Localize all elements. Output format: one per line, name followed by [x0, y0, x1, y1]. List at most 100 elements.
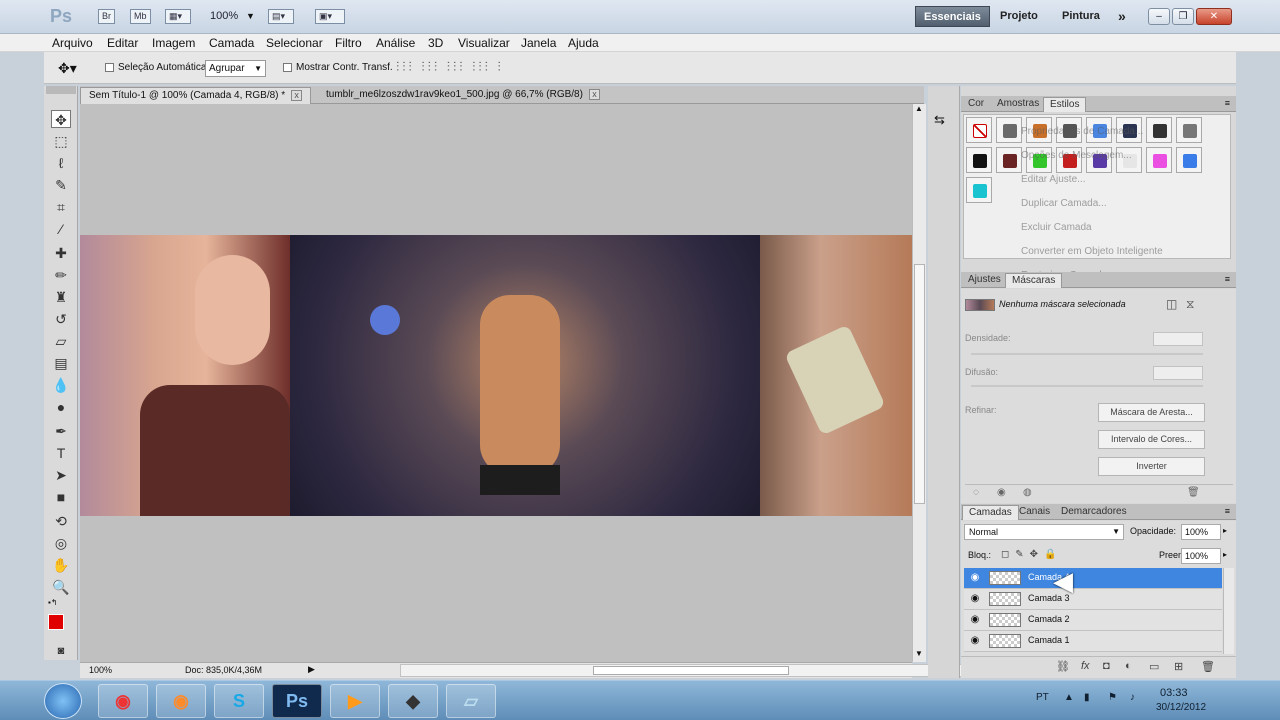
- density-slider[interactable]: [971, 353, 1203, 355]
- menu-janela[interactable]: Janela: [521, 36, 556, 50]
- layer-row[interactable]: ◉ Camada 4: [964, 568, 1222, 589]
- dodge-tool-icon[interactable]: ●: [51, 398, 71, 416]
- opacity-arrow-icon[interactable]: ▸: [1223, 526, 1227, 535]
- tab-canais[interactable]: Canais: [1013, 505, 1056, 520]
- menu-filtro[interactable]: Filtro: [335, 36, 362, 50]
- status-zoom[interactable]: 100%: [89, 665, 112, 675]
- clock-date[interactable]: 30/12/2012: [1156, 702, 1206, 713]
- menu-3d[interactable]: 3D: [428, 36, 443, 50]
- density-field[interactable]: [1153, 332, 1203, 346]
- feather-field[interactable]: [1153, 366, 1203, 380]
- style-swatch[interactable]: [996, 147, 1022, 173]
- move-tool-icon[interactable]: ✥: [51, 110, 71, 128]
- screen-mode-button[interactable]: ▣▾: [315, 9, 345, 24]
- vertical-scroll-thumb[interactable]: [914, 264, 925, 504]
- foreground-color-swatch[interactable]: [48, 614, 64, 630]
- feather-slider[interactable]: [971, 385, 1203, 387]
- style-swatch[interactable]: [996, 117, 1022, 143]
- vertical-scrollbar[interactable]: ▲ ▼: [912, 104, 926, 662]
- menu-visualizar[interactable]: Visualizar: [458, 36, 510, 50]
- tab-camadas[interactable]: Camadas: [962, 505, 1019, 520]
- scroll-down-icon[interactable]: ▼: [915, 649, 923, 658]
- restore-button[interactable]: ❐: [1172, 8, 1194, 25]
- move-tool-preset-icon[interactable]: ✥▾: [58, 60, 77, 77]
- view-extras-button[interactable]: ▦▾: [165, 9, 191, 24]
- eye-icon[interactable]: ◉: [969, 635, 981, 647]
- fill-field[interactable]: 100%: [1181, 548, 1221, 564]
- workspace-essenciais[interactable]: Essenciais: [915, 6, 990, 27]
- 3d-orbit-tool-icon[interactable]: ◎: [51, 534, 71, 552]
- align-icons[interactable]: ⫶⫶⫶ ⫶⫶⫶ ⫶⫶⫶ ⫶⫶⫶ ⫶: [396, 59, 504, 75]
- tab-ajustes[interactable]: Ajustes: [962, 273, 1007, 288]
- panel-menu-icon[interactable]: ≡: [1225, 506, 1230, 516]
- clone-stamp-tool-icon[interactable]: ♜: [51, 288, 71, 306]
- panel-menu-icon[interactable]: ≡: [1225, 274, 1230, 284]
- chevron-down-icon[interactable]: ▼: [246, 11, 255, 21]
- apply-mask-icon[interactable]: ◉: [997, 487, 1006, 498]
- type-tool-icon[interactable]: T: [51, 444, 71, 462]
- windows-start-button[interactable]: [44, 683, 82, 719]
- vector-mask-icon[interactable]: ⧖: [1186, 297, 1194, 312]
- menu-analise[interactable]: Análise: [376, 36, 415, 50]
- volume-icon[interactable]: ♪: [1130, 692, 1135, 703]
- load-selection-icon[interactable]: ◌: [973, 487, 979, 498]
- adjustment-layer-icon[interactable]: ◐: [1125, 660, 1132, 672]
- tab-amostras[interactable]: Amostras: [991, 97, 1045, 112]
- menu-editar[interactable]: Editar: [107, 36, 138, 50]
- new-group-icon[interactable]: ▭: [1149, 660, 1159, 673]
- mask-edge-button[interactable]: Máscara de Aresta...: [1098, 403, 1205, 422]
- clock-time[interactable]: 03:33: [1160, 687, 1188, 699]
- quick-select-tool-icon[interactable]: ✎: [51, 176, 71, 194]
- disable-mask-icon[interactable]: ◍: [1023, 487, 1032, 498]
- 3d-rotate-tool-icon[interactable]: ⟲: [51, 512, 71, 530]
- language-indicator[interactable]: PT: [1036, 692, 1049, 703]
- healing-brush-tool-icon[interactable]: ✚: [51, 244, 71, 262]
- eraser-tool-icon[interactable]: ▱: [51, 332, 71, 350]
- blend-mode-select[interactable]: Normal ▼: [964, 524, 1124, 540]
- history-brush-tool-icon[interactable]: ↺: [51, 310, 71, 328]
- arrange-documents-button[interactable]: ▤▾: [268, 9, 294, 24]
- trash-icon[interactable]: 🗑: [1187, 487, 1200, 498]
- horizontal-scrollbar[interactable]: [400, 664, 990, 677]
- quick-mask-icon[interactable]: ◙: [51, 642, 71, 660]
- eye-icon[interactable]: ◉: [969, 593, 981, 605]
- add-mask-icon[interactable]: ◘: [1103, 660, 1110, 672]
- zoom-tool-icon[interactable]: 🔍: [51, 578, 71, 596]
- canvas-area[interactable]: [80, 104, 912, 662]
- workspace-projeto[interactable]: Projeto: [992, 6, 1046, 27]
- toolbox-grip[interactable]: [46, 86, 76, 94]
- pixel-mask-icon[interactable]: ◫: [1166, 297, 1177, 311]
- firefox-taskbar-icon[interactable]: ◉: [156, 684, 206, 718]
- invert-button[interactable]: Inverter: [1098, 457, 1205, 476]
- bridge-button[interactable]: Br: [98, 9, 115, 24]
- show-transform-checkbox[interactable]: [283, 63, 292, 72]
- app-taskbar-icon[interactable]: ◆: [388, 684, 438, 718]
- minimize-button[interactable]: –: [1148, 8, 1170, 25]
- layer-row[interactable]: ◉ Camada 2: [964, 610, 1222, 631]
- chrome-taskbar-icon[interactable]: ◉: [98, 684, 148, 718]
- workspace-pintura[interactable]: Pintura: [1054, 6, 1108, 27]
- default-colors-icon[interactable]: ▪↰: [48, 598, 58, 607]
- menu-selecionar[interactable]: Selecionar: [266, 36, 323, 50]
- explorer-taskbar-icon[interactable]: ▱: [446, 684, 496, 718]
- menu-arquivo[interactable]: Arquivo: [52, 36, 93, 50]
- style-swatch[interactable]: [966, 177, 992, 203]
- lasso-tool-icon[interactable]: ℓ: [51, 154, 71, 172]
- pen-tool-icon[interactable]: ✒: [51, 422, 71, 440]
- layer-style-icon[interactable]: fx: [1081, 660, 1090, 672]
- panel-menu-icon[interactable]: ≡: [1225, 98, 1230, 108]
- tab-demarcadores[interactable]: Demarcadores: [1055, 505, 1133, 520]
- close-icon[interactable]: x: [588, 89, 600, 100]
- blur-tool-icon[interactable]: 💧: [51, 376, 71, 394]
- fill-arrow-icon[interactable]: ▸: [1223, 550, 1227, 559]
- tab-cor[interactable]: Cor: [962, 97, 990, 112]
- media-player-taskbar-icon[interactable]: ▶: [330, 684, 380, 718]
- scroll-up-icon[interactable]: ▲: [915, 104, 923, 113]
- style-swatch[interactable]: [966, 117, 992, 143]
- horizontal-scroll-thumb[interactable]: [593, 666, 789, 675]
- photoshop-taskbar-icon[interactable]: Ps: [272, 684, 322, 718]
- lock-icons[interactable]: ◻✎✥🔒: [1001, 549, 1063, 560]
- trash-icon[interactable]: 🗑: [1201, 660, 1215, 673]
- style-swatch[interactable]: [966, 147, 992, 173]
- auto-select-checkbox[interactable]: [105, 63, 114, 72]
